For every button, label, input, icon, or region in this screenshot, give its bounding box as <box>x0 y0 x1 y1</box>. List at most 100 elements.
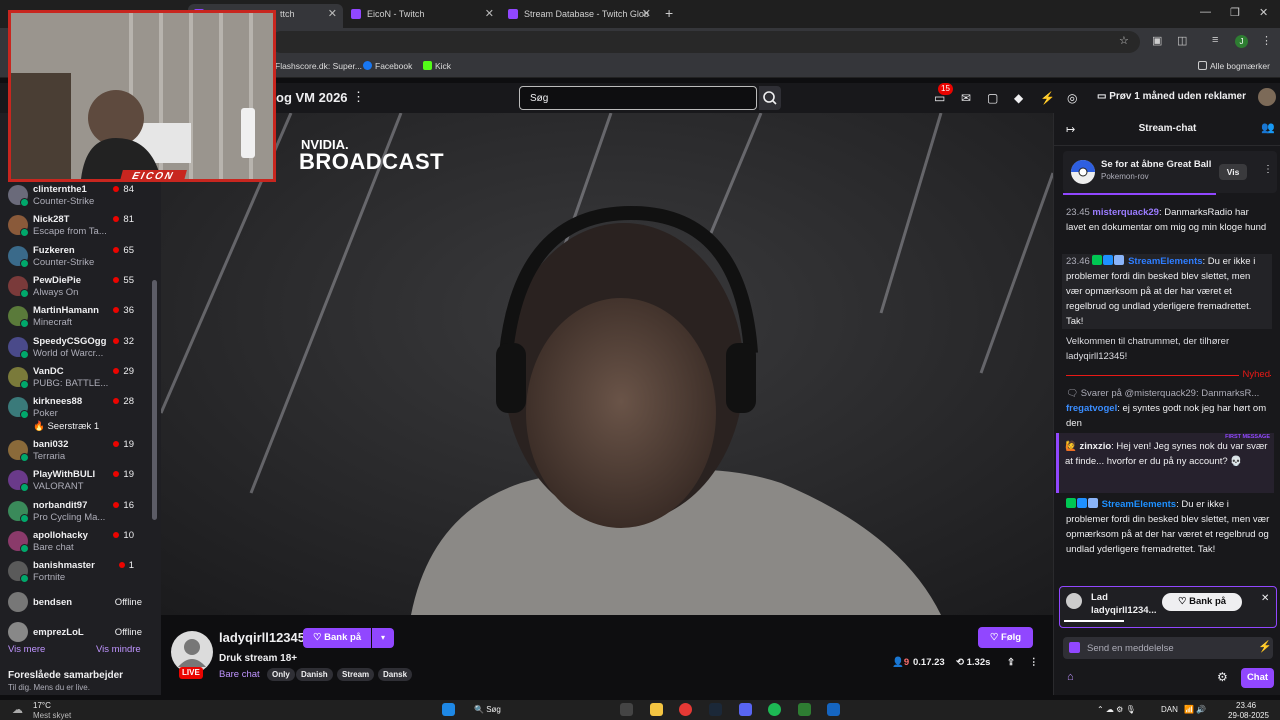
sidebar-channel-nick28t[interactable]: Nick28T Escape from Ta... 81 <box>0 211 152 241</box>
app-icon[interactable] <box>798 703 811 716</box>
sidebar-channel-bani032[interactable]: bani032 Terraria 19 <box>0 436 152 466</box>
users-icon[interactable]: 👥 <box>1261 121 1275 134</box>
recommended-sub: Til dig. Mens du er live. <box>8 683 90 692</box>
sidebar-channel-norbandit97[interactable]: norbandit97 Pro Cycling Ma... 16 <box>0 497 152 527</box>
sidebar-channel-clinternthe1[interactable]: clinternthe1 Counter-Strike 84 <box>0 181 152 211</box>
user-avatar[interactable] <box>1258 88 1276 106</box>
points-icon[interactable]: ⌂ <box>1067 671 1074 683</box>
sidebar-scrollbar[interactable] <box>152 280 157 520</box>
whispers-icon[interactable]: ▢ <box>987 91 998 105</box>
sidebar-channel-martinhamann[interactable]: MartinHamann Minecraft 36 <box>0 302 152 332</box>
input-language[interactable]: DAN <box>1161 705 1178 714</box>
taskview-icon[interactable] <box>620 703 633 716</box>
welcome-message: Velkommen til chatrummet, der tilhører l… <box>1066 336 1230 362</box>
extension-icon[interactable]: ▣ <box>1152 34 1162 47</box>
app-icon[interactable] <box>827 703 840 716</box>
tag-danish[interactable]: Danish <box>296 668 333 681</box>
bookmark-kick[interactable]: Kick <box>423 61 451 71</box>
tag-dansk[interactable]: Dansk <box>378 668 413 681</box>
close-tab-icon[interactable]: ✕ <box>642 4 651 24</box>
profile-avatar[interactable]: J <box>1235 35 1248 48</box>
search-input[interactable] <box>519 86 757 110</box>
channel-name[interactable]: ladyqirll12345 <box>219 630 305 645</box>
category-link[interactable]: Bare chat <box>219 669 260 680</box>
emote-icon[interactable] <box>1069 642 1080 653</box>
chevron-down-icon[interactable]: ▾ <box>372 628 394 648</box>
turbo-icon[interactable]: ⚡ <box>1258 640 1272 653</box>
more-icon[interactable]: ⋮ <box>1029 657 1039 668</box>
pin-knock-button[interactable]: ♡ Bank på <box>1162 593 1242 611</box>
close-icon[interactable]: ✕ <box>1261 593 1269 604</box>
menu-icon[interactable]: ⋮ <box>1261 34 1272 47</box>
sidebar-channel-pewdiepie[interactable]: PewDiePie Always On 55 <box>0 272 152 302</box>
search-icon <box>763 91 777 105</box>
bookmark-flashscore[interactable]: Flashscore.dk: Super... <box>275 61 362 71</box>
steam-icon[interactable] <box>709 703 722 716</box>
new-tab-icon[interactable]: + <box>665 5 673 21</box>
chat-input[interactable] <box>1063 637 1273 659</box>
folder-icon[interactable] <box>650 703 663 716</box>
broadcast-logo: BROADCAST <box>299 149 445 174</box>
knock-button[interactable]: ♡ Bank på <box>303 628 371 648</box>
msg-user[interactable]: zinxzio <box>1079 441 1111 452</box>
close-tab-icon[interactable]: ✕ <box>328 4 337 24</box>
chat-send-button[interactable]: Chat <box>1241 668 1274 688</box>
spotify-icon[interactable] <box>768 703 781 716</box>
verified-icon <box>20 319 29 329</box>
tag-stream[interactable]: Stream <box>337 668 375 681</box>
star-icon[interactable]: ☆ <box>1119 34 1129 47</box>
clock-date[interactable]: 29-08-2025 <box>1228 711 1269 720</box>
omnibox[interactable] <box>270 31 1140 53</box>
sidebar-channel-kirknees88[interactable]: kirknees88 Poker 28 🔥 Seerstræk 1 <box>0 393 152 432</box>
gear-icon[interactable]: ⚙ <box>1217 670 1228 684</box>
sidebar-channel-bendsen[interactable]: bendsen Offline <box>0 588 152 618</box>
tab-stream-database[interactable]: Stream Database - Twitch Glob ✕ <box>502 4 657 28</box>
prime-icon[interactable]: ◎ <box>1067 91 1077 105</box>
msg-user[interactable]: misterquack29 <box>1092 207 1159 218</box>
clock-time[interactable]: 23.46 <box>1236 701 1256 710</box>
tag-only[interactable]: Only <box>267 668 295 681</box>
search-button[interactable] <box>759 86 781 110</box>
minimize-icon[interactable]: — <box>1200 6 1211 18</box>
mail-icon[interactable]: ✉ <box>961 91 971 105</box>
pin-progress <box>1064 620 1124 622</box>
sidebar-channel-speedycsgogg[interactable]: SpeedyCSGOgg World of Warcr... 32 <box>0 333 152 363</box>
msg-user[interactable]: fregatvogel <box>1066 403 1117 414</box>
media-icon[interactable]: ≡ <box>1212 34 1218 46</box>
close-tab-icon[interactable]: ✕ <box>485 4 494 24</box>
chrome-icon[interactable] <box>679 703 692 716</box>
sidebar-channel-playwithbuli[interactable]: PlayWithBULI VALORANT 19 <box>0 466 152 496</box>
show-less-link[interactable]: Vis mindre <box>96 644 141 655</box>
more-options-icon[interactable]: ⋮ <box>352 89 365 105</box>
show-more-link[interactable]: Vis mere <box>8 644 45 655</box>
tray-icons[interactable]: ⌃ ☁ ⚙ 🎙 <box>1097 705 1136 714</box>
video-player[interactable]: NVIDIA. BROADCAST <box>161 113 1053 615</box>
maximize-icon[interactable]: ❐ <box>1230 6 1240 19</box>
turbo-icon[interactable]: ⚡ <box>1040 91 1055 105</box>
discord-icon[interactable] <box>739 703 752 716</box>
bookmark-facebook[interactable]: Facebook <box>363 61 412 71</box>
start-icon[interactable] <box>442 703 455 716</box>
more-icon[interactable]: ⋮ <box>1263 164 1273 175</box>
viewer-count-value: 36 <box>123 305 134 317</box>
msg-user[interactable]: StreamElements <box>1102 499 1176 510</box>
chevron-down-icon[interactable]: ▾ <box>1236 594 1240 603</box>
sidebar-channel-banishmaster[interactable]: banishmaster Fortnite 1 <box>0 557 152 587</box>
tab-title: EicoN - Twitch <box>367 9 425 19</box>
follow-button[interactable]: ♡ Følg <box>978 627 1033 648</box>
tab-eicon[interactable]: EicoN - Twitch ✕ <box>345 4 500 28</box>
sidebar-channel-game: Always On <box>33 286 79 298</box>
all-bookmarks[interactable]: Alle bogmærker <box>1198 61 1270 71</box>
prime-cta[interactable]: ▭ Prøv 1 måned uden reklamer <box>1097 91 1246 102</box>
close-window-icon[interactable]: ✕ <box>1259 6 1268 19</box>
taskbar-search[interactable]: 🔍 Søg <box>474 705 501 714</box>
network-volume-icons[interactable]: 📶 🔊 <box>1184 705 1206 714</box>
share-icon[interactable]: ⇪ <box>1007 657 1015 668</box>
view-button[interactable]: Vis <box>1219 164 1247 180</box>
msg-user[interactable]: StreamElements <box>1128 256 1202 267</box>
sidebar-channel-apollohacky[interactable]: apollohacky Bare chat 10 <box>0 527 152 557</box>
sidebar-channel-vandc[interactable]: VanDC PUBG: BATTLE... 29 <box>0 363 152 393</box>
puzzle-icon[interactable]: ◫ <box>1177 34 1187 47</box>
sidebar-channel-fuzkeren[interactable]: Fuzkeren Counter-Strike 65 <box>0 242 152 272</box>
bits-icon[interactable]: ◆ <box>1014 91 1023 105</box>
